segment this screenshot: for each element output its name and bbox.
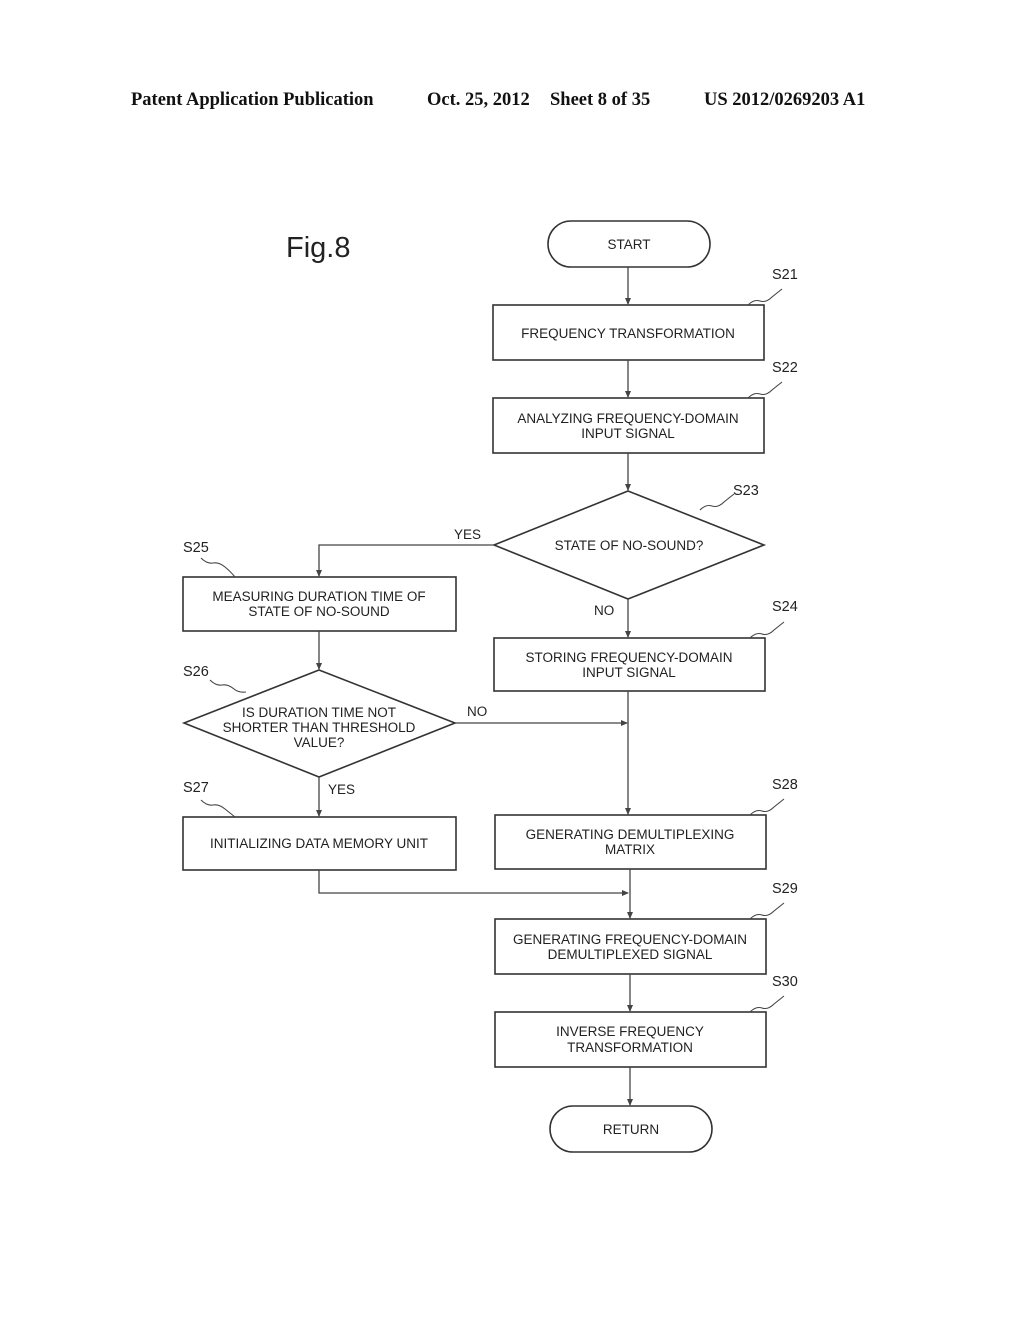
step-s28-text-2: MATRIX bbox=[605, 842, 655, 857]
step-s22-id: S22 bbox=[772, 360, 798, 376]
decision-s23: STATE OF NO-SOUND? S23 bbox=[491, 483, 767, 600]
return-label: RETURN bbox=[603, 1122, 659, 1137]
step-s22-text-1: ANALYZING FREQUENCY-DOMAIN bbox=[517, 411, 738, 426]
step-s28-leader bbox=[749, 798, 785, 816]
branch-label-s23-yes: YES bbox=[454, 527, 481, 542]
decision-s23-text: STATE OF NO-SOUND? bbox=[555, 538, 704, 553]
step-s27-id: S27 bbox=[183, 780, 209, 796]
step-s23-id: S23 bbox=[733, 483, 759, 499]
step-s28: GENERATING DEMULTIPLEXING MATRIX S28 bbox=[494, 777, 798, 870]
step-s30-leader bbox=[749, 995, 785, 1013]
step-s21-id: S21 bbox=[772, 267, 798, 283]
return-terminal: RETURN bbox=[549, 1105, 713, 1153]
step-s24-text-1: STORING FREQUENCY-DOMAIN bbox=[525, 650, 732, 665]
step-s25-id: S25 bbox=[183, 540, 209, 556]
step-s30-text-1: INVERSE FREQUENCY bbox=[556, 1024, 704, 1039]
decision-s26-text-2: SHORTER THAN THRESHOLD bbox=[223, 720, 416, 735]
branch-label-s26-yes: YES bbox=[328, 782, 355, 797]
start-label: START bbox=[607, 237, 650, 252]
branch-label-s26-no: NO bbox=[467, 704, 487, 719]
arrow-s23-yes-to-s25 bbox=[316, 544, 494, 577]
figure-title: Fig.8 bbox=[286, 232, 350, 264]
arrow-s27-to-s29 bbox=[318, 870, 629, 896]
step-s30-text-2: TRANSFORMATION bbox=[567, 1040, 693, 1055]
step-s25-text-2: STATE OF NO-SOUND bbox=[248, 604, 389, 619]
decision-s26-text-3: VALUE? bbox=[294, 735, 345, 750]
decision-s23-leader bbox=[699, 493, 735, 511]
step-s22: ANALYZING FREQUENCY-DOMAIN INPUT SIGNAL … bbox=[492, 360, 798, 454]
decision-s26: IS DURATION TIME NOT SHORTER THAN THRESH… bbox=[181, 664, 458, 778]
step-s24-leader bbox=[749, 621, 785, 639]
branch-label-s23-no: NO bbox=[594, 603, 614, 618]
step-s26-id: S26 bbox=[183, 664, 209, 680]
step-s21: FREQUENCY TRANSFORMATION S21 bbox=[492, 267, 798, 361]
step-s22-text-2: INPUT SIGNAL bbox=[581, 426, 675, 441]
step-s24-id: S24 bbox=[772, 599, 798, 615]
step-s29-text-1: GENERATING FREQUENCY-DOMAIN bbox=[513, 932, 747, 947]
decision-s26-text-1: IS DURATION TIME NOT bbox=[242, 705, 396, 720]
step-s24: STORING FREQUENCY-DOMAIN INPUT SIGNAL S2… bbox=[493, 599, 798, 692]
step-s21-leader bbox=[747, 288, 783, 306]
step-s27-leader bbox=[200, 799, 236, 818]
step-s24-text-2: INPUT SIGNAL bbox=[582, 665, 676, 680]
start-terminal: START bbox=[547, 220, 711, 268]
step-s25-text-1: MEASURING DURATION TIME OF bbox=[212, 589, 425, 604]
flowchart: Fig.8 START FREQUENCY TRANSFORMATION S21… bbox=[181, 220, 798, 1153]
step-s27-text: INITIALIZING DATA MEMORY UNIT bbox=[210, 836, 428, 851]
step-s30-id: S30 bbox=[772, 974, 798, 990]
decision-s26-leader bbox=[209, 679, 247, 693]
step-s28-text-1: GENERATING DEMULTIPLEXING bbox=[526, 827, 735, 842]
step-s29: GENERATING FREQUENCY-DOMAIN DEMULTIPLEXE… bbox=[494, 881, 798, 975]
step-s22-leader bbox=[747, 381, 783, 399]
step-s29-leader bbox=[749, 902, 785, 920]
step-s21-text: FREQUENCY TRANSFORMATION bbox=[521, 326, 735, 341]
step-s29-text-2: DEMULTIPLEXED SIGNAL bbox=[548, 947, 713, 962]
step-s25-leader bbox=[200, 557, 236, 578]
step-s29-id: S29 bbox=[772, 881, 798, 897]
step-s28-id: S28 bbox=[772, 777, 798, 793]
step-s30: INVERSE FREQUENCY TRANSFORMATION S30 bbox=[494, 974, 798, 1068]
